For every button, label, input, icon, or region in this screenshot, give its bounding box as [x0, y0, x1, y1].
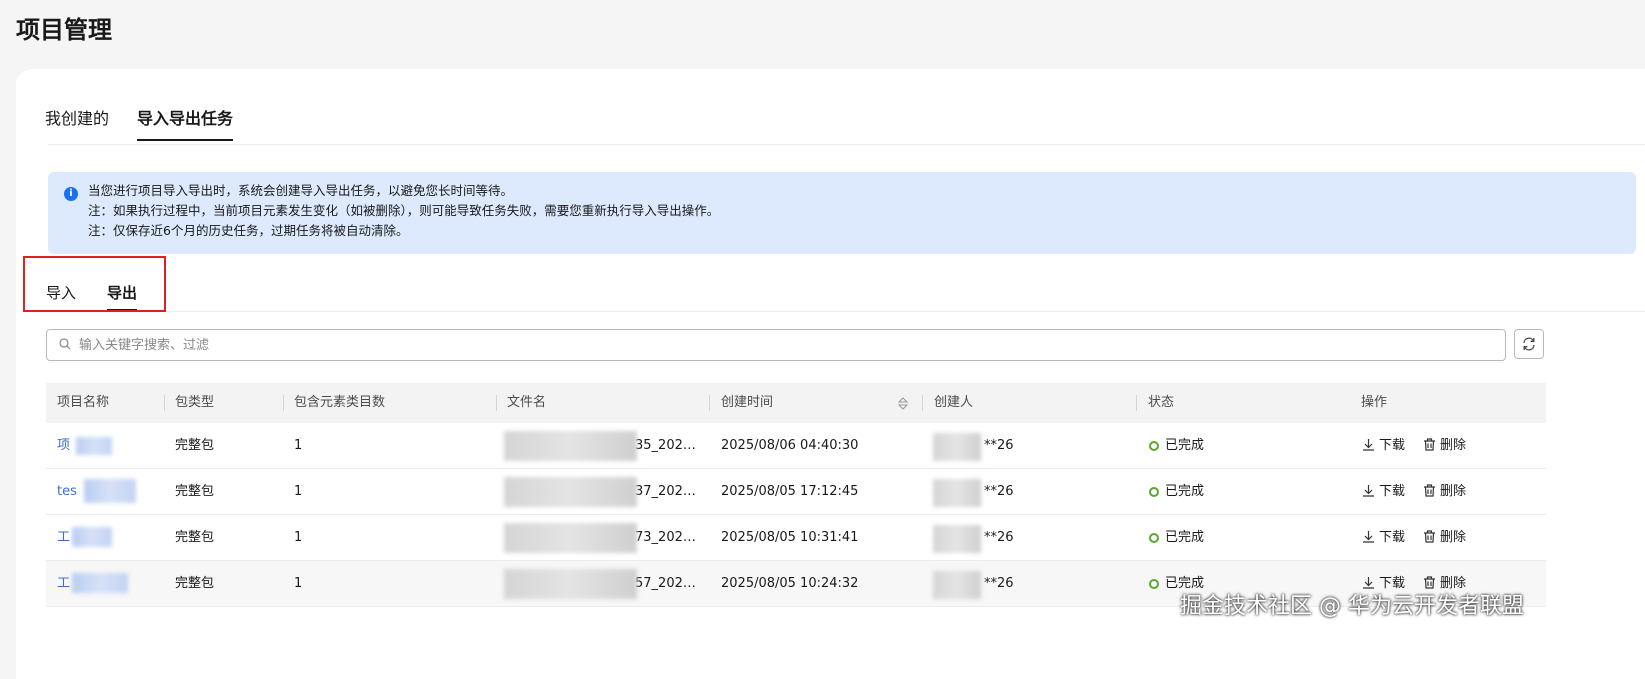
info-notice: i 当您进行项目导入导出时，系统会创建导入导出任务，以避免您长时间等待。 注：如… [48, 172, 1636, 254]
refresh-icon [1523, 337, 1535, 351]
delete-button[interactable]: 删除 [1423, 469, 1466, 514]
file-name: 73_202… [635, 530, 696, 545]
status-text: 已完成 [1165, 530, 1205, 545]
sub-tabs: 导入 导出 [46, 256, 1645, 312]
file-name: 35_202… [635, 438, 696, 453]
creator: **26 [984, 576, 1014, 591]
file-name: 57_202… [635, 576, 696, 591]
redacted-region [933, 571, 981, 599]
delete-label: 删除 [1440, 530, 1467, 545]
project-name-link[interactable]: 项 [57, 423, 70, 468]
redacted-region [76, 437, 112, 455]
redacted-region [504, 523, 637, 553]
col-status: 状态 [1148, 395, 1175, 410]
package-type: 完整包 [175, 484, 215, 499]
refresh-button[interactable] [1514, 329, 1544, 359]
info-icon: i [64, 187, 78, 201]
col-package-type: 包类型 [175, 395, 215, 410]
created-time: 2025/08/05 17:12:45 [721, 484, 859, 499]
project-name-link[interactable]: 工 [57, 561, 70, 606]
status-dot-icon [1149, 441, 1159, 451]
redacted-region [72, 527, 112, 547]
download-icon [1363, 531, 1374, 543]
column-divider [496, 395, 497, 411]
element-count: 1 [294, 484, 303, 499]
watermark: 掘金技术社区 @ 华为云开发者联盟 [1180, 594, 1524, 619]
column-divider [1136, 395, 1137, 411]
notice-line-1: 当您进行项目导入导出时，系统会创建导入导出任务，以避免您长时间等待。 [88, 183, 514, 198]
trash-icon [1424, 484, 1435, 497]
table-header: 项目名称 包类型 包含元素类目数 文件名 创建时间 创建人 状态 操作 [46, 383, 1546, 423]
created-time: 2025/08/05 10:31:41 [721, 530, 859, 545]
column-divider [283, 395, 284, 411]
status-dot-icon [1149, 579, 1159, 589]
redacted-region [504, 431, 637, 461]
col-actions: 操作 [1361, 395, 1388, 410]
page-title: 项目管理 [16, 16, 112, 44]
delete-label: 删除 [1440, 438, 1467, 453]
element-count: 1 [294, 576, 303, 591]
col-project-name: 项目名称 [57, 395, 110, 410]
download-icon [1363, 485, 1374, 497]
main-tabs: 我创建的 导入导出任务 [45, 69, 1645, 145]
delete-label: 删除 [1440, 484, 1467, 499]
redacted-region [933, 525, 981, 553]
redacted-region [504, 569, 637, 599]
download-button[interactable]: 下载 [1362, 469, 1405, 514]
tab-my-created[interactable]: 我创建的 [45, 105, 109, 139]
table-row: 项 完整包 1 35_202… 2025/08/06 04:40:30 **26… [46, 423, 1546, 469]
col-creator: 创建人 [934, 395, 974, 410]
col-file-name: 文件名 [507, 395, 547, 410]
redacted-region [933, 433, 981, 461]
column-divider [922, 395, 923, 411]
created-time: 2025/08/06 04:40:30 [721, 438, 859, 453]
download-icon [1363, 439, 1374, 451]
download-label: 下载 [1379, 530, 1406, 545]
download-label: 下载 [1379, 484, 1406, 499]
created-time: 2025/08/05 10:24:32 [721, 576, 859, 591]
package-type: 完整包 [175, 576, 215, 591]
redacted-region [72, 573, 128, 593]
file-name: 37_202… [635, 484, 696, 499]
search-icon [59, 338, 71, 350]
status-dot-icon [1149, 487, 1159, 497]
trash-icon [1424, 530, 1435, 543]
element-count: 1 [294, 438, 303, 453]
table-row: tes 完整包 1 37_202… 2025/08/05 17:12:45 **… [46, 469, 1546, 515]
column-divider [164, 395, 165, 411]
download-button[interactable]: 下载 [1362, 515, 1405, 560]
trash-icon [1424, 438, 1435, 451]
package-type: 完整包 [175, 438, 215, 453]
redacted-region [933, 479, 981, 507]
download-label: 下载 [1379, 438, 1406, 453]
export-task-table: 项目名称 包类型 包含元素类目数 文件名 创建时间 创建人 状态 操作 项 完整… [46, 383, 1546, 607]
package-type: 完整包 [175, 530, 215, 545]
status-dot-icon [1149, 533, 1159, 543]
tab-import-export-tasks[interactable]: 导入导出任务 [137, 105, 234, 141]
column-divider [709, 395, 710, 411]
notice-line-2: 注：如果执行过程中，当前项目元素发生变化（如被删除），则可能导致任务失败，需要您… [88, 203, 720, 218]
notice-line-3: 注：仅保存近6个月的历史任务，过期任务将被自动清除。 [88, 223, 409, 238]
creator: **26 [984, 530, 1014, 545]
sort-icon[interactable] [898, 397, 908, 410]
element-count: 1 [294, 530, 303, 545]
download-button[interactable]: 下载 [1362, 423, 1405, 468]
creator: **26 [984, 438, 1014, 453]
highlight-box [23, 256, 166, 312]
search-box [46, 329, 1506, 361]
delete-button[interactable]: 删除 [1423, 423, 1466, 468]
col-created-time[interactable]: 创建时间 [721, 383, 773, 423]
project-name-link[interactable]: 工 [57, 515, 70, 560]
status-text: 已完成 [1165, 438, 1205, 453]
table-row: 工 完整包 1 73_202… 2025/08/05 10:31:41 **26… [46, 515, 1546, 561]
creator: **26 [984, 484, 1014, 499]
project-name-link[interactable]: tes [57, 469, 77, 514]
search-input[interactable] [77, 330, 1481, 360]
col-element-count: 包含元素类目数 [294, 395, 386, 410]
redacted-region [84, 479, 136, 503]
delete-button[interactable]: 删除 [1423, 515, 1466, 560]
status-text: 已完成 [1165, 484, 1205, 499]
redacted-region [504, 477, 637, 507]
